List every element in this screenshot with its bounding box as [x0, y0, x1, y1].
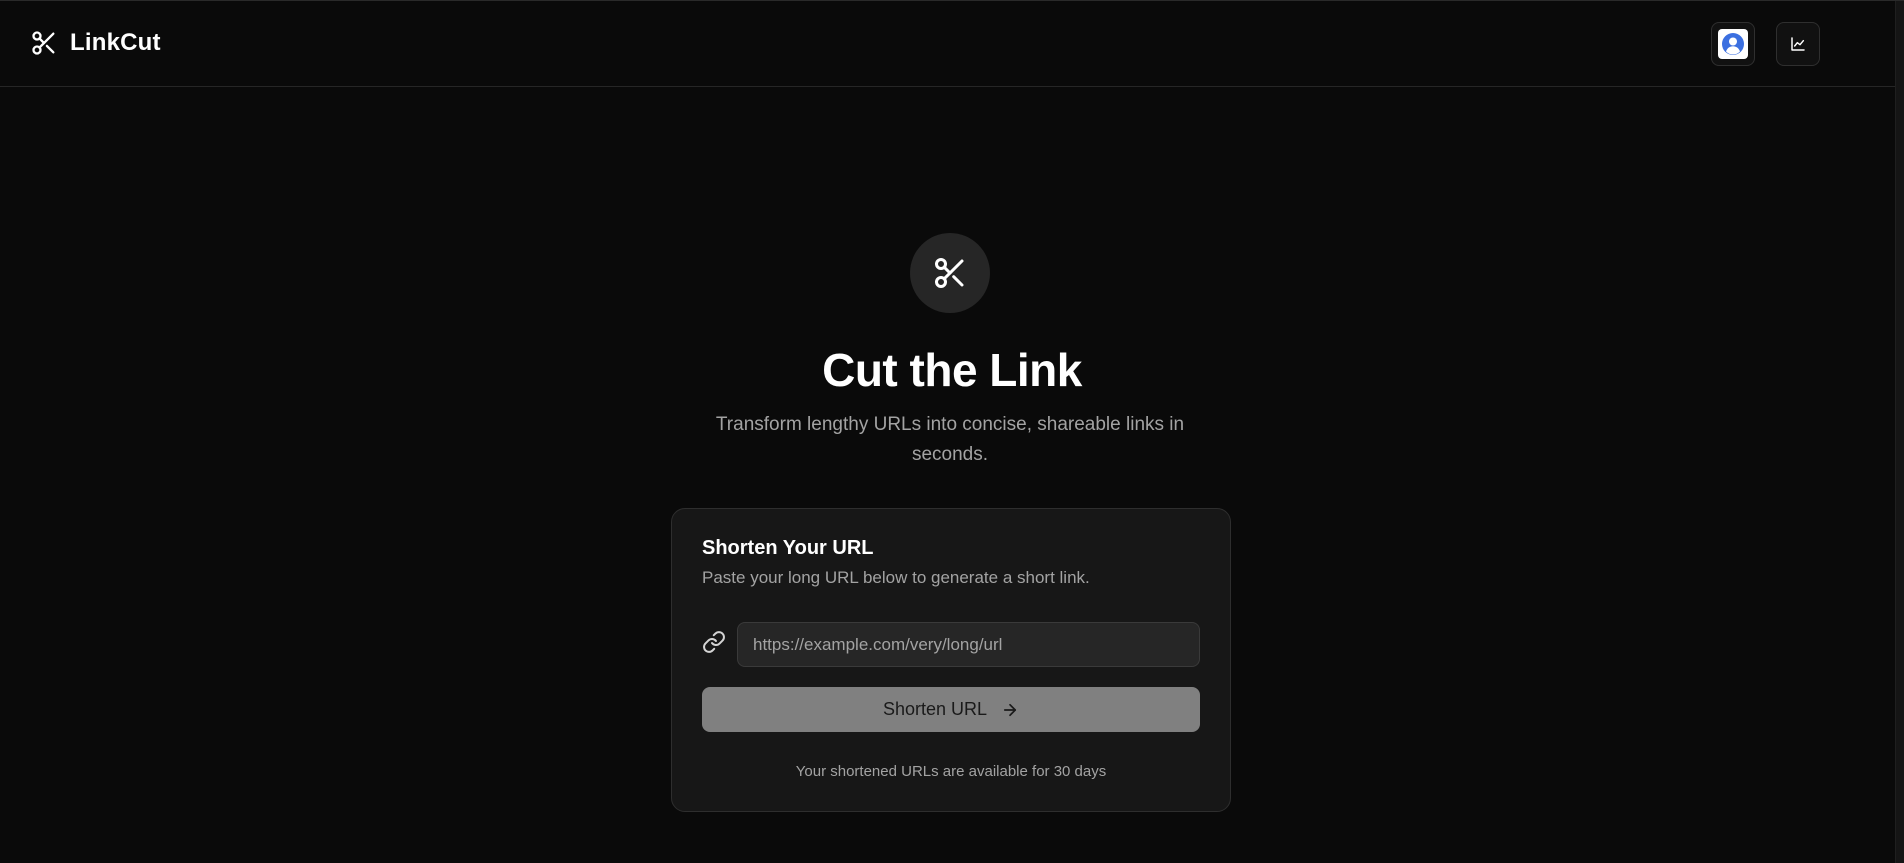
availability-note: Your shortened URLs are available for 30… — [795, 763, 1107, 780]
page-subtitle: Transform lengthy URLs into concise, sha… — [715, 414, 1185, 465]
link-icon — [703, 631, 725, 653]
card-description: Paste your long URL below to generate a … — [702, 568, 1090, 587]
app-root: LinkCut Cut the Link Transform lengthy U… — [0, 0, 1904, 863]
brand-logo-link[interactable]: LinkCut — [30, 29, 161, 57]
avatar — [1718, 29, 1748, 59]
chart-icon — [1791, 37, 1805, 51]
stats-button[interactable] — [1776, 22, 1820, 66]
card-title: Shorten Your URL — [702, 537, 874, 559]
shorten-url-card: Shorten Your URL Paste your long URL bel… — [671, 508, 1231, 812]
page-title: Cut the Link — [822, 344, 1082, 396]
profile-button[interactable] — [1711, 22, 1755, 66]
shorten-url-button[interactable]: Shorten URL — [702, 687, 1200, 732]
arrow-right-icon — [1003, 703, 1017, 716]
shorten-url-button-label: Shorten URL — [882, 699, 988, 719]
top-header: LinkCut — [0, 1, 1896, 87]
scissors-icon — [935, 258, 964, 288]
user-avatar-icon — [1722, 33, 1744, 55]
url-input[interactable] — [737, 622, 1200, 667]
brand-name: LinkCut — [70, 29, 161, 56]
page-scrollbar[interactable] — [1895, 1, 1904, 863]
scissors-icon — [32, 31, 55, 55]
hero-scissors-badge — [910, 233, 990, 313]
